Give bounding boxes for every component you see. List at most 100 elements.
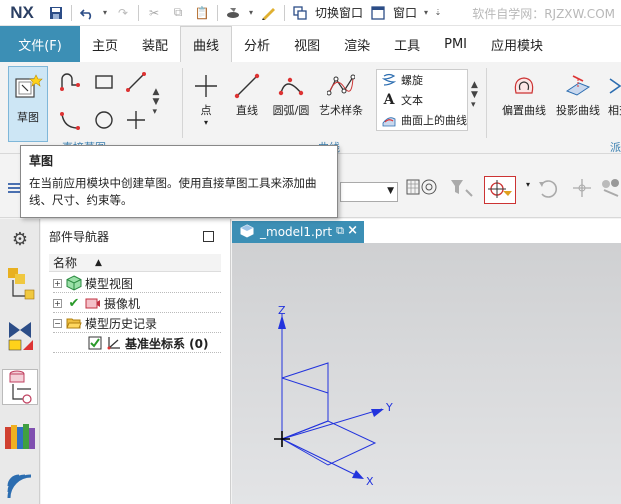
direct-sketch-tools: ▲ ▼ ▾ <box>56 68 162 138</box>
graphics-viewport[interactable]: Z Y X <box>232 243 621 504</box>
dropdown-arrow-icon[interactable]: ▾ <box>247 3 255 23</box>
sort-ascending-icon: ▲ <box>95 257 102 268</box>
tab-view[interactable]: 视图 <box>282 26 332 62</box>
switch-window-label[interactable]: 切换窗口 <box>315 4 363 21</box>
sketch-circle-icon[interactable] <box>92 108 116 132</box>
window-icon[interactable] <box>368 3 388 23</box>
sketch-point-icon[interactable] <box>124 108 148 132</box>
copy-icon[interactable]: ⧉ <box>168 3 188 23</box>
resource-constraint-navigator[interactable] <box>2 317 38 353</box>
switch-window-icon[interactable] <box>290 3 310 23</box>
resource-reuse-library[interactable] <box>2 419 38 455</box>
axis-z-label: Z <box>278 304 286 317</box>
curve-on-surface-label: 曲面上的曲线 <box>401 114 467 127</box>
rectangle-icon[interactable] <box>92 70 116 94</box>
view-triad-icon[interactable] <box>600 176 621 203</box>
camera-icon <box>85 295 101 311</box>
tab-curve[interactable]: 曲线 <box>180 26 233 62</box>
maximize-icon[interactable] <box>203 231 214 242</box>
window-menu-label[interactable]: 窗口 <box>393 4 417 21</box>
sketch-line-icon[interactable] <box>124 70 148 94</box>
model-views-icon <box>66 275 82 291</box>
navigator-header: 部件导航器 <box>41 219 230 253</box>
quick-access-toolbar: ▾ ↷ ✂ ⧉ 📋 ▾ 切换窗口 窗口 ▾ ⇣ <box>44 0 444 26</box>
column-header-name[interactable]: 名称 ▲ <box>49 254 221 272</box>
resource-assembly-navigator[interactable] <box>2 265 38 301</box>
repeat-command-icon[interactable] <box>223 3 243 23</box>
sketch-label: 草图 <box>17 111 39 124</box>
more-curve-icon[interactable]: ▲ ▼ ▾ <box>471 80 478 110</box>
tree-item-label: 基准坐标系 (0) <box>125 336 209 351</box>
close-icon[interactable]: × <box>347 223 358 238</box>
project-curve-button[interactable]: 投影曲线 <box>552 70 604 118</box>
collapse-icon[interactable]: − <box>53 318 62 328</box>
tree-item-datum-csys[interactable]: 基准坐标系 (0) <box>87 333 209 353</box>
redo-icon[interactable]: ↷ <box>113 3 133 23</box>
dropdown-arrow-icon[interactable]: ▾ <box>526 180 530 189</box>
tab-render[interactable]: 渲染 <box>332 26 382 62</box>
checkbox-checked-icon[interactable] <box>87 335 103 351</box>
sketch-button[interactable]: 草图 <box>8 66 48 142</box>
tooltip-body: 在当前应用模块中创建草图。使用直接草图工具来添加曲线、尺寸、约束等。 <box>29 176 317 207</box>
helix-button[interactable]: 螺旋 <box>377 70 467 90</box>
csys-icon[interactable] <box>570 176 594 203</box>
touch-mode-icon[interactable] <box>259 3 279 23</box>
save-icon[interactable] <box>46 3 66 23</box>
customize-arrow-icon[interactable]: ⇣ <box>434 3 442 23</box>
paste-icon[interactable]: 📋 <box>192 3 212 23</box>
resource-settings[interactable]: ⚙ <box>2 221 38 257</box>
tab-home[interactable]: 主页 <box>80 26 130 62</box>
tree-item-model-history[interactable]: − 模型历史记录 <box>53 313 157 333</box>
selection-scope-icon[interactable] <box>405 176 439 203</box>
tab-file[interactable]: 文件(F) <box>0 26 80 62</box>
group-label-derived: 派 <box>610 141 621 154</box>
undo-icon[interactable] <box>77 3 97 23</box>
cut-icon[interactable]: ✂ <box>144 3 164 23</box>
checkmark-icon[interactable]: ✔ <box>66 295 82 311</box>
tree-item-model-views[interactable]: + 模型视图 <box>53 273 133 293</box>
type-filter-dropdown[interactable]: ▼ <box>340 182 398 202</box>
graphics-tab-model1[interactable]: _model1.prt ⧉ × <box>232 221 364 243</box>
intersect-curve-button[interactable]: 相交 <box>604 70 621 118</box>
gear-icon: ⚙ <box>11 228 29 250</box>
datum-csys-graphic: Z Y X <box>274 304 393 488</box>
more-gallery-icon[interactable]: ▲ ▼ ▾ <box>150 87 162 117</box>
tab-analysis[interactable]: 分析 <box>232 26 282 62</box>
snap-point-icon[interactable] <box>484 176 516 204</box>
reuse-library-icon <box>5 424 35 449</box>
offset-curve-icon <box>508 70 540 102</box>
tab-assembly[interactable]: 装配 <box>130 26 180 62</box>
filter-icon[interactable] <box>448 176 474 203</box>
sketch-arc-icon[interactable] <box>58 108 82 132</box>
ribbon-tab-bar: 文件(F) 主页 装配 曲线 分析 视图 渲染 工具 PMI 应用模块 <box>0 26 621 62</box>
expand-icon[interactable]: + <box>53 278 62 288</box>
resource-web-browser[interactable] <box>2 469 38 504</box>
text-button[interactable]: A 文本 <box>377 90 467 110</box>
curve-on-surface-button[interactable]: 曲面上的曲线 <box>377 110 467 130</box>
tab-tools[interactable]: 工具 <box>382 26 432 62</box>
helix-icon <box>381 72 397 88</box>
art-spline-button[interactable]: 艺术样条 <box>316 70 366 118</box>
point-label: 点 <box>200 104 212 117</box>
folder-open-icon <box>66 315 82 331</box>
arc-circle-button[interactable]: 圆弧/圆 <box>270 70 312 118</box>
tab-save-icon[interactable]: ⧉ <box>336 224 344 238</box>
group-separator <box>182 68 183 138</box>
rotate-icon[interactable] <box>536 176 560 203</box>
resource-part-navigator[interactable] <box>2 369 38 405</box>
line-button[interactable]: 直线 <box>229 70 265 118</box>
line-icon <box>231 70 263 102</box>
dropdown-arrow-icon: ▾ <box>203 118 208 127</box>
profile-icon[interactable] <box>58 70 82 94</box>
point-button[interactable]: 点 ▾ <box>190 70 222 127</box>
tree-item-label: 模型视图 <box>85 276 134 291</box>
navigator-title: 部件导航器 <box>49 229 110 244</box>
line-label: 直线 <box>236 104 258 117</box>
tab-applications[interactable]: 应用模块 <box>479 26 555 62</box>
offset-curve-button[interactable]: 偏置曲线 <box>498 70 550 118</box>
tree-item-cameras[interactable]: + ✔ 摄像机 <box>53 293 140 313</box>
dropdown-arrow-icon[interactable]: ▾ <box>101 3 109 23</box>
tab-pmi[interactable]: PMI <box>432 26 479 62</box>
dropdown-arrow-icon[interactable]: ▾ <box>422 3 430 23</box>
expand-icon[interactable]: + <box>53 298 62 308</box>
